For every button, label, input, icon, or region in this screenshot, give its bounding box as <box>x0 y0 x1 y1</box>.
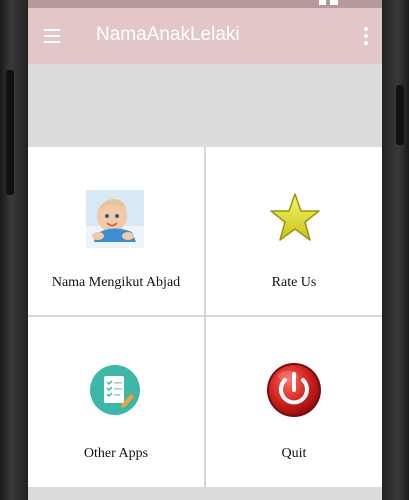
more-vert-icon[interactable] <box>360 25 372 47</box>
menu-item-nama-mengikut-abjad[interactable]: Nama Mengikut Abjad <box>28 147 204 315</box>
app-title: NamaAnakLelaki <box>96 24 240 45</box>
hamburger-menu-icon[interactable] <box>44 25 66 47</box>
app-bar: NamaAnakLelaki <box>28 8 382 64</box>
menu-item-label: Rate Us <box>271 275 317 290</box>
checklist-icon <box>90 365 140 415</box>
menu-item-label: Nama Mengikut Abjad <box>51 275 181 290</box>
battery-icon <box>330 0 338 5</box>
menu-item-rate-us[interactable]: Rate Us <box>206 147 382 315</box>
menu-item-quit[interactable]: Quit <box>206 317 382 487</box>
status-bar <box>28 0 382 8</box>
phone-side-button <box>6 70 14 195</box>
menu-item-label: Quit <box>281 446 307 461</box>
star-icon <box>270 193 320 241</box>
phone-bezel-right <box>382 0 409 500</box>
menu-item-label: Other Apps <box>83 446 149 461</box>
baby-photo-icon <box>86 190 144 248</box>
app-screen: NamaAnakLelaki Nama Mengikut Abjad Rate … <box>28 0 382 500</box>
signal-icon <box>319 0 326 5</box>
phone-power-button <box>396 85 404 145</box>
bottom-ad-area <box>28 487 382 500</box>
menu-grid: Nama Mengikut Abjad Rate Us Other Apps Q… <box>28 147 382 487</box>
power-icon <box>267 363 321 417</box>
menu-item-other-apps[interactable]: Other Apps <box>28 317 204 487</box>
phone-bezel-left <box>0 0 28 500</box>
ad-banner-area <box>28 64 382 147</box>
